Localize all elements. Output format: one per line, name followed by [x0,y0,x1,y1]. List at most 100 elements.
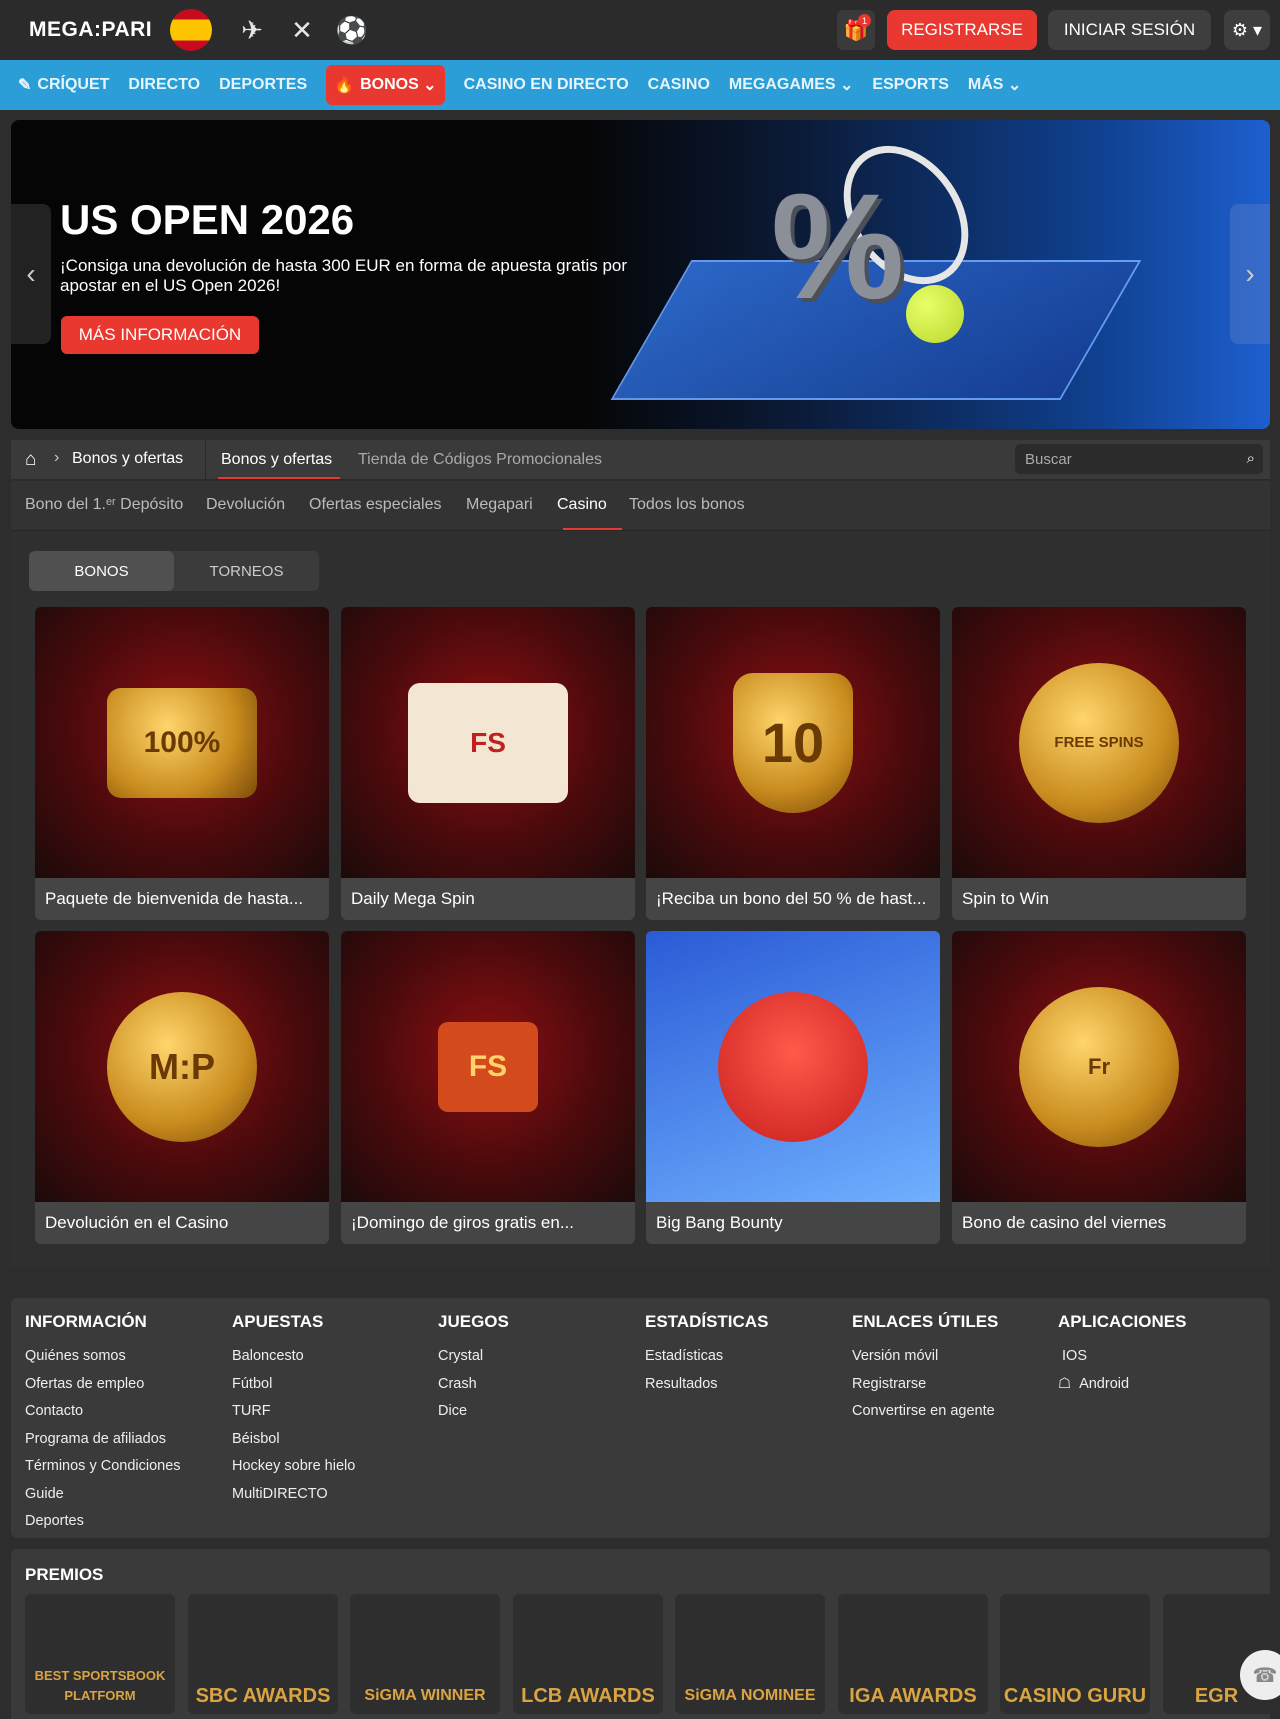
chevron-right-icon: › [54,449,60,466]
bonus-card-title: ¡Reciba un bono del 50 % de hast... [656,889,927,908]
footer-link[interactable]: Ofertas de empleo [25,1371,181,1399]
footer-link[interactable]: Términos y Condiciones [25,1453,181,1481]
footer-link[interactable]: Programa de afiliados [25,1426,181,1454]
footer-link[interactable]: Deportes [25,1508,181,1536]
monster-game-image [646,931,940,1202]
footer-link[interactable]: MultiDIRECTO [232,1481,355,1509]
award-badge: IGA AWARDS [838,1594,988,1714]
banner-next-arrow[interactable]: › [1230,204,1270,344]
promo-banner[interactable]: % US OPEN 2026 ¡Consiga una devolución d… [11,120,1270,429]
footer-links: INFORMACIÓN Quiénes somos Ofertas de emp… [11,1298,1270,1538]
bonus-card-title: Spin to Win [962,889,1049,908]
footer-link[interactable]: Hockey sobre hielo [232,1453,355,1481]
footer-column-stats: ESTADÍSTICAS Estadísticas Resultados [645,1312,768,1398]
bonus-category-tabs: Bono del 1.ᵉʳ Depósito Devolución Oferta… [11,481,1270,531]
footer-column-title: ENLACES ÚTILES [852,1312,999,1331]
bonus-card[interactable]: Big Bang Bounty [646,931,940,1244]
subtab-special-offers[interactable]: Ofertas especiales [309,496,442,514]
bonus-card[interactable]: 10 ¡Reciba un bono del 50 % de hast... [646,607,940,920]
search-input[interactable]: Buscar ⌕ [1015,444,1263,474]
nav-live[interactable]: DIRECTO [128,65,200,105]
bonus-card-title: Devolución en el Casino [45,1213,229,1232]
prize-wheel-image: FREE SPINS [952,607,1246,878]
bonus-card[interactable]: FS ¡Domingo de giros gratis en... [341,931,635,1244]
home-icon[interactable]: ⌂ [25,449,36,471]
nav-bonuses[interactable]: 🔥 BONOS ⌄ [326,65,445,105]
footer-link[interactable]: Guide [25,1481,181,1509]
footer-link[interactable]: Registrarse [852,1371,998,1399]
bonus-card[interactable]: M:P Devolución en el Casino [35,931,329,1244]
subtab-casino[interactable]: Casino [557,496,607,514]
percent-graphic: % [771,162,905,330]
aviator-plane-icon[interactable]: ✈ [232,10,272,50]
gear-icon: ⚙ ▾ [1231,19,1263,40]
nav-sports[interactable]: DEPORTES [219,65,307,105]
fire-icon: 🔥 [334,77,355,94]
login-button[interactable]: INICIAR SESIÓN [1048,10,1211,50]
footer-link[interactable]: Estadísticas [645,1343,768,1371]
headset-icon: ☎ [1252,1664,1278,1687]
footer-column-useful-links: ENLACES ÚTILES Versión móvil Registrarse… [852,1312,998,1426]
tab-promo-code-store[interactable]: Tienda de Códigos Promocionales [358,451,602,469]
cashback-coin-image: M:P [35,931,329,1202]
banner-prev-arrow[interactable]: ‹ [11,204,51,344]
tab-bonuses-offers[interactable]: Bonos y ofertas [221,451,332,469]
bonus-card[interactable]: Fr Bono de casino del viernes [952,931,1246,1244]
toggle-bonuses[interactable]: BONOS [29,551,174,591]
search-icon[interactable]: ⌕ [1247,450,1255,467]
breadcrumb-current[interactable]: Bonos y ofertas [72,450,183,468]
footer-link[interactable]: TURF [232,1398,355,1426]
award-badge: LCB AWARDS [513,1594,663,1714]
bonus-card[interactable]: FREE SPINS Spin to Win [952,607,1246,920]
nav-live-casino[interactable]: CASINO EN DIRECTO [464,65,629,105]
footer-link[interactable]: Dice [438,1398,509,1426]
footer-link[interactable]: Crystal [438,1343,509,1371]
subtab-cashback[interactable]: Devolución [206,496,285,514]
subtab-megapari[interactable]: Megapari [466,496,533,514]
bonus-card[interactable]: 100% Paquete de bienvenida de hasta... [35,607,329,920]
footer-link[interactable]: Crash [438,1371,509,1399]
footer-link-android[interactable]: ☖ Android [1058,1371,1186,1399]
awards-title: PREMIOS [25,1565,104,1584]
icc-cricket-icon[interactable]: ✕ [282,10,322,50]
nav-cricket[interactable]: ✎ CRÍQUET [18,65,109,105]
active-tab-indicator [218,477,340,479]
spain-flag-icon[interactable] [170,9,212,51]
awards-section: PREMIOS BEST SPORTSBOOK PLATFORM SBC AWA… [11,1549,1270,1719]
footer-link[interactable]: Convertirse en agente [852,1398,998,1426]
cricket-bat-icon: ✎ [18,77,32,94]
footer-link[interactable]: Baloncesto [232,1343,355,1371]
footer-link[interactable]: Versión móvil [852,1343,998,1371]
shield-trophy-image: 10 [646,607,940,878]
footer-column-title: JUEGOS [438,1312,509,1331]
football-icon[interactable]: ⚽ [332,10,372,50]
subtab-all-bonuses[interactable]: Todos los bonos [629,496,745,514]
megapari-logo[interactable]: MEGA:PARI [29,18,152,42]
footer-link[interactable]: Fútbol [232,1371,355,1399]
award-badge: SiGMA NOMINEE [675,1594,825,1714]
footer-link[interactable]: Contacto [25,1398,181,1426]
footer-link[interactable]: Resultados [645,1371,768,1399]
award-badge: BEST SPORTSBOOK PLATFORM [25,1594,175,1714]
settings-button[interactable]: ⚙ ▾ [1224,10,1270,50]
subtab-first-deposit[interactable]: Bono del 1.ᵉʳ Depósito [25,496,183,514]
banner-text: ¡Consiga una devolución de hasta 300 EUR… [60,256,628,295]
footer-column-title: INFORMACIÓN [25,1312,147,1331]
nav-megagames[interactable]: MEGAGAMES ⌄ [729,65,854,105]
nav-more[interactable]: MÁS ⌄ [968,65,1021,105]
toggle-tournaments[interactable]: TORNEOS [174,551,319,591]
footer-link[interactable]: Quiénes somos [25,1343,181,1371]
chevron-right-icon: › [1245,258,1255,289]
footer-link[interactable]: Béisbol [232,1426,355,1454]
nav-esports[interactable]: ESPORTS [872,65,948,105]
award-badge: CASINO GURU [1000,1594,1150,1714]
footer-link-ios[interactable]: IOS [1058,1343,1186,1371]
more-info-button[interactable]: MÁS INFORMACIÓN [61,316,259,354]
award-badge: SBC AWARDS [188,1594,338,1714]
bonus-card[interactable]: FS Daily Mega Spin [341,607,635,920]
register-button[interactable]: REGISTRARSE [887,10,1037,50]
bonus-grid-section: BONOS TORNEOS 100% Paquete de bienvenida… [11,531,1270,1268]
nav-casino[interactable]: CASINO [648,65,710,105]
gift-button[interactable]: 🎁 1 [837,10,875,50]
banner-title: US OPEN 2026 [60,196,355,243]
